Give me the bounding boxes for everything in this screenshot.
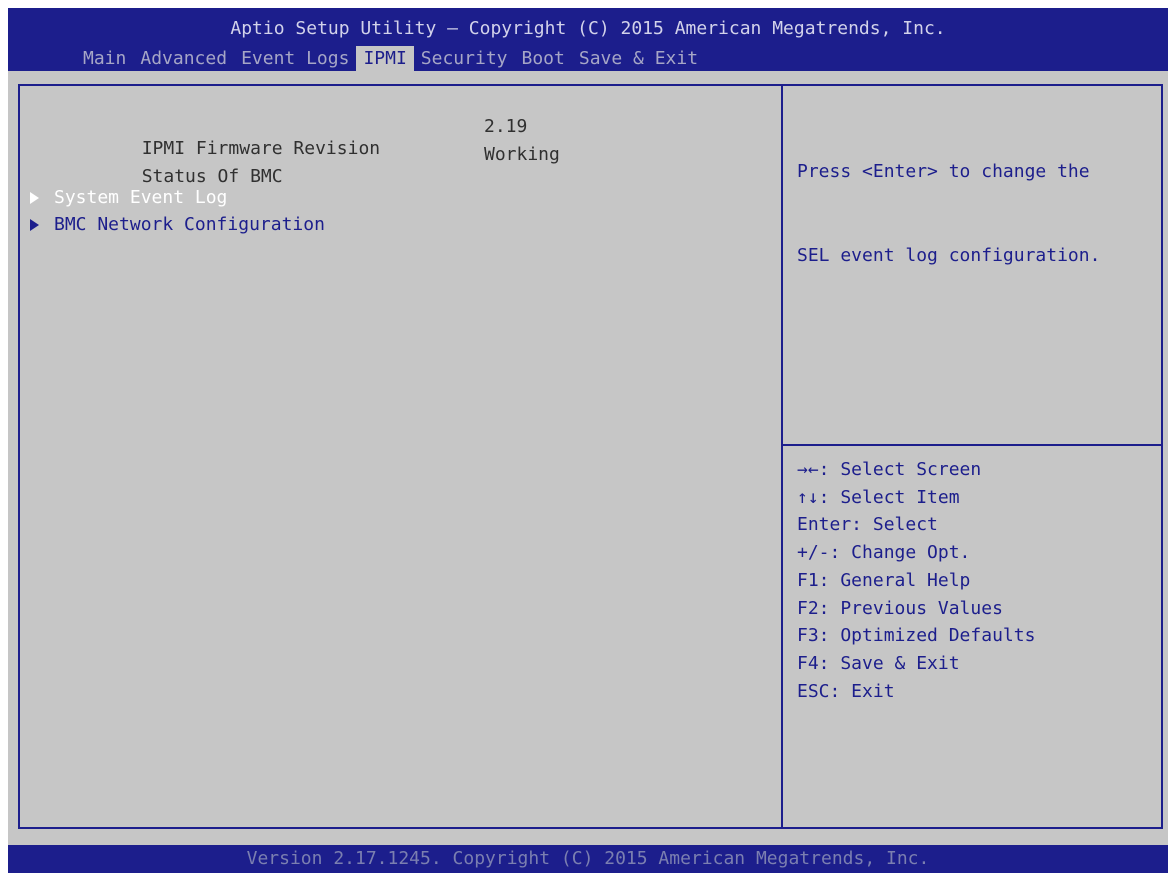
window-title: Aptio Setup Utility – Copyright (C) 2015… [230,18,946,39]
key-legend: →←: Select Screen ↑↓: Select Item Enter:… [797,456,1035,705]
tab-boot[interactable]: Boot [515,46,572,72]
tab-bar: Main Advanced Event Logs IPMI Security B… [76,46,705,72]
submenu-system-event-log[interactable]: System Event Log [30,186,227,210]
submenu-label: System Event Log [54,187,228,208]
arrow-right-icon [30,219,39,231]
key-hint-f1: F1: General Help [797,569,971,591]
arrow-right-icon [30,192,39,204]
submenu-bmc-network-configuration[interactable]: BMC Network Configuration [30,213,325,237]
info-label: Status Of BMC [141,166,283,187]
help-line: SEL event log configuration. [797,245,1101,266]
bios-setup-screen: Aptio Setup Utility – Copyright (C) 2015… [0,0,1176,878]
tab-security[interactable]: Security [414,46,515,72]
main-area: IPMI Firmware Revision 2.19 Status Of BM… [8,71,1168,845]
help-divider [783,444,1161,446]
header-bar: Aptio Setup Utility – Copyright (C) 2015… [8,8,1168,72]
submenu-label: BMC Network Configuration [54,214,325,235]
help-line: Press <Enter> to change the [797,161,1090,182]
footer-bar: Version 2.17.1245. Copyright (C) 2015 Am… [8,845,1168,873]
key-hint-enter: Enter: Select [797,514,938,536]
tab-save-exit[interactable]: Save & Exit [572,46,705,72]
tab-ipmi[interactable]: IPMI [356,46,414,72]
key-hint-select-screen: →←: Select Screen [797,459,982,480]
key-hint-change-opt: +/-: Change Opt. [797,542,971,564]
key-hint-f2: F2: Previous Values [797,597,1003,619]
info-value: Working [484,144,560,165]
settings-panel: IPMI Firmware Revision 2.19 Status Of BM… [18,84,783,829]
key-hint-esc: ESC: Exit [797,680,895,702]
tab-advanced[interactable]: Advanced [133,46,234,72]
version-text: Version 2.17.1245. Copyright (C) 2015 Am… [246,848,930,869]
info-row-firmware-revision: IPMI Firmware Revision 2.19 [55,116,528,159]
tab-main[interactable]: Main [76,46,133,72]
key-hint-select-item: ↑↓: Select Item [797,486,960,508]
key-hint-f3: F3: Optimized Defaults [797,625,1036,647]
tab-event-logs[interactable]: Event Logs [234,46,356,72]
info-row-bmc-status: Status Of BMC Working [55,144,560,187]
help-description: Press <Enter> to change the SEL event lo… [797,102,1100,326]
info-value: 2.19 [484,116,528,137]
key-hint-f4: F4: Save & Exit [797,652,960,674]
help-panel: Press <Enter> to change the SEL event lo… [783,84,1163,829]
